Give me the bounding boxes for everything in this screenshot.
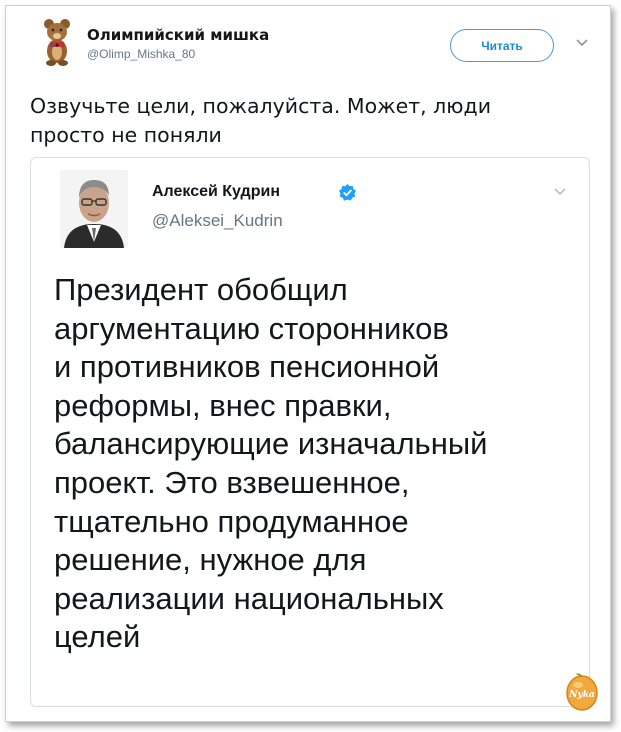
verified-badge-icon	[339, 184, 356, 201]
quoted-text-line: балансирующие изначальный	[54, 426, 488, 462]
author-name[interactable]: Олимпийский мишка	[87, 26, 269, 44]
watermark-logo: Nyka	[566, 673, 598, 711]
chevron-down-icon[interactable]	[575, 38, 589, 48]
quoted-text-line: реформы, внес правки,	[54, 387, 392, 423]
quoted-text-line: Президент обобщил	[54, 272, 348, 307]
quoted-author-name[interactable]: Алексей Кудрин	[152, 183, 280, 201]
olympic-bear-avatar[interactable]	[40, 18, 74, 66]
quoted-text-line: решение, нужное для	[54, 542, 367, 578]
quoted-text-line: реализации национальных	[54, 580, 444, 616]
quoted-text-line: проект. Это взвешенное,	[54, 464, 410, 500]
quoted-author-handle[interactable]: @Aleksei_Kudrin	[152, 211, 283, 231]
quoted-text-line: аргументацию сторонников	[54, 310, 449, 346]
follow-button[interactable]: Читать	[450, 29, 554, 62]
tweet-text-line: просто не поняли	[30, 123, 222, 147]
tweet-text-line: Озвучьте цели, пожалуйста. Может, люди	[30, 94, 492, 118]
svg-text:Nyka: Nyka	[568, 690, 595, 700]
quoted-author-avatar[interactable]	[60, 170, 128, 248]
tweet-text: Озвучьте цели, пожалуйста. Может, люди п…	[30, 92, 590, 150]
quoted-text-line: целей	[54, 619, 141, 655]
author-handle[interactable]: @Olimp_Mishka_80	[87, 47, 195, 61]
quoted-text-line: и противников пенсионной	[54, 349, 440, 385]
quoted-tweet-text: Президент обобщил аргументацию сторонник…	[54, 271, 574, 657]
chevron-down-icon[interactable]	[553, 187, 567, 197]
quoted-text-line: тщательно продуманное	[54, 503, 409, 539]
